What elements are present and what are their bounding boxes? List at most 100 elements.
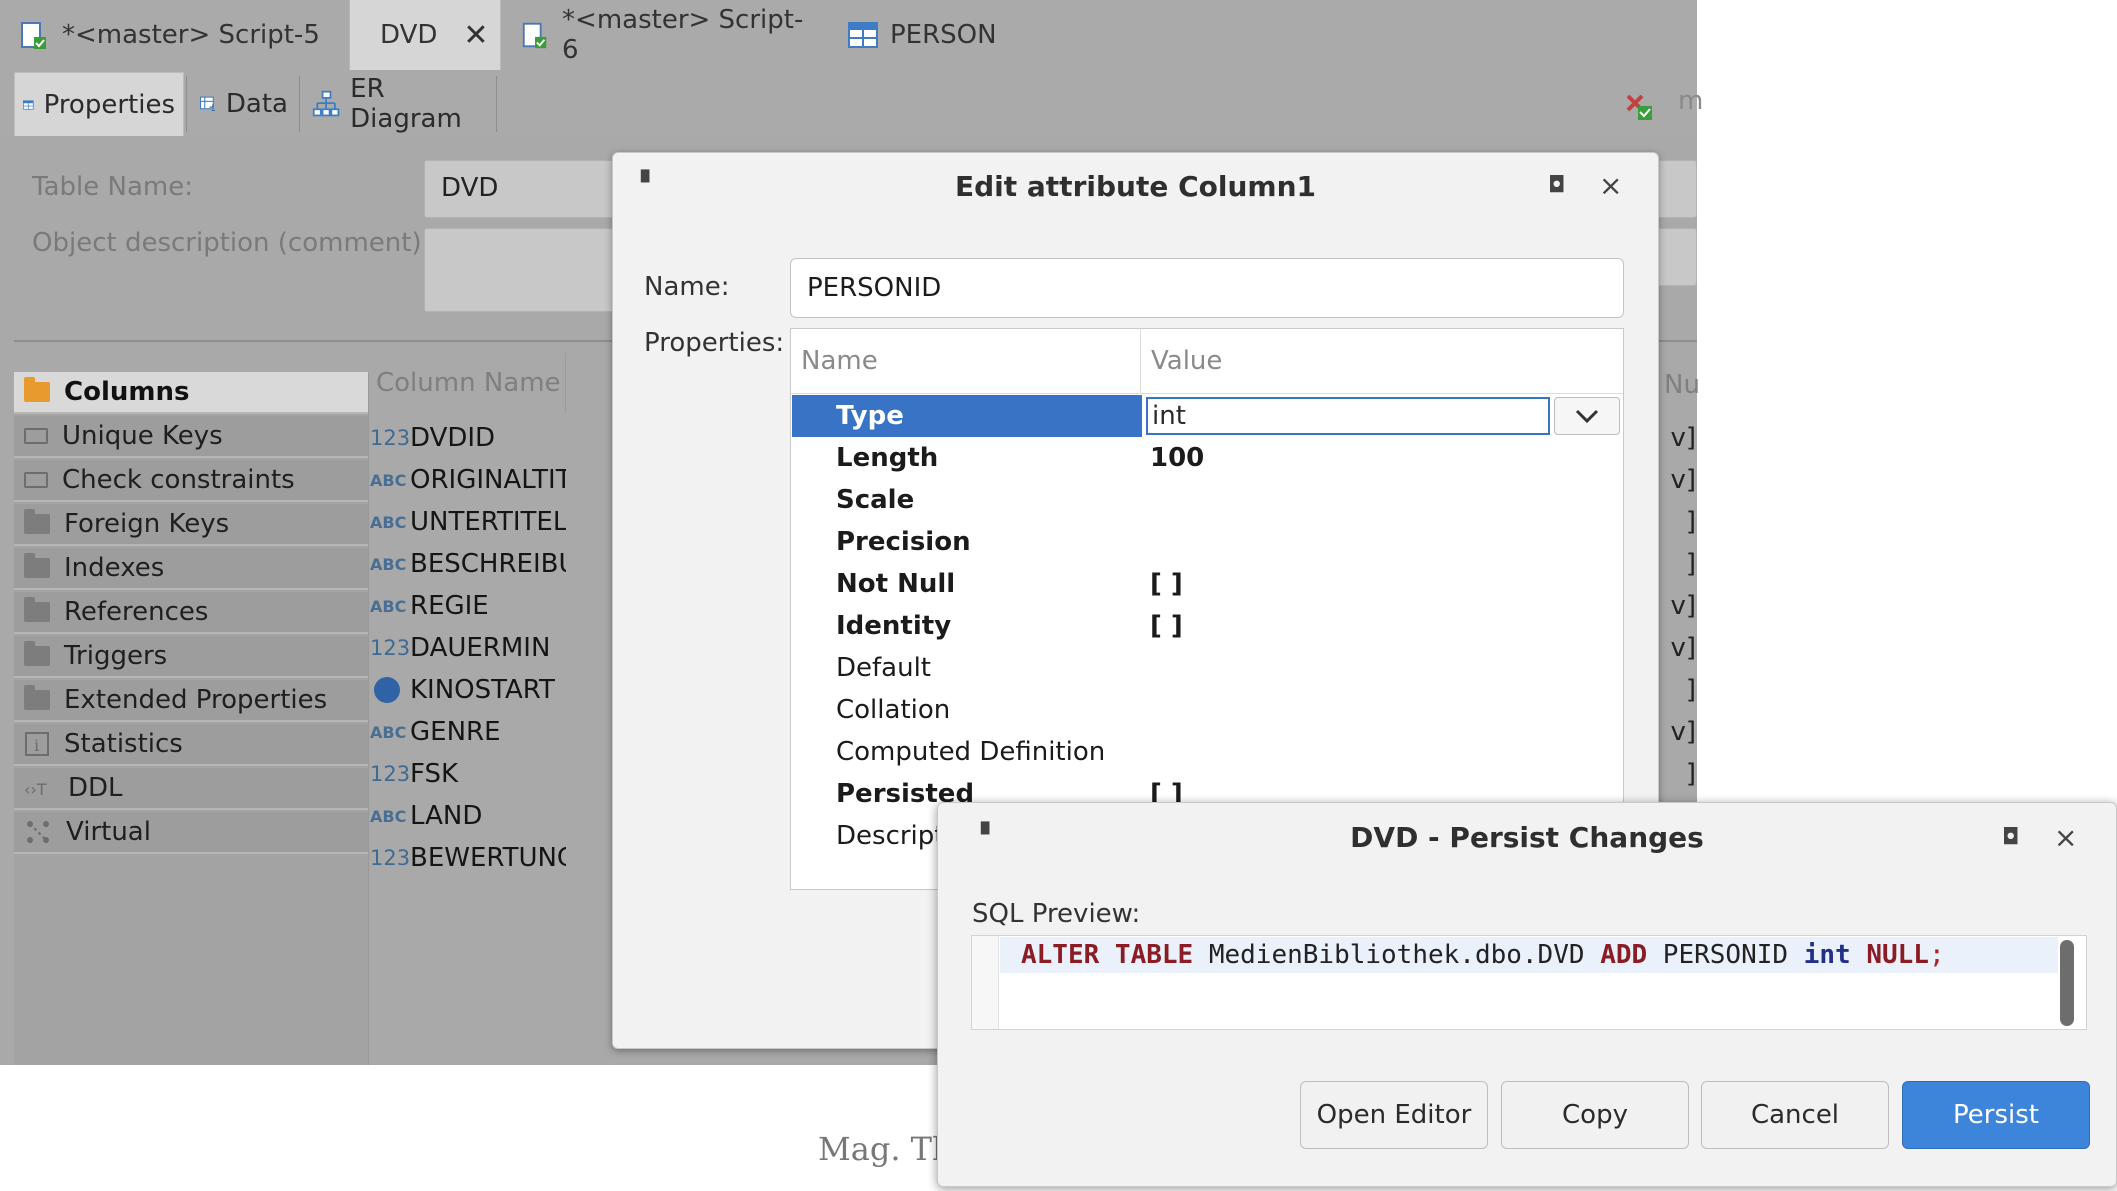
name-label: Name: bbox=[644, 272, 730, 302]
nav-item-virtual[interactable]: Virtual bbox=[14, 812, 368, 854]
folder-icon bbox=[24, 685, 50, 710]
nav-item-triggers[interactable]: Triggers bbox=[14, 636, 368, 678]
table-row[interactable]: Length 100 bbox=[792, 437, 1622, 479]
sql-type: int bbox=[1803, 940, 1851, 970]
line-number-gutter bbox=[972, 936, 999, 1029]
svg-text:‹›T: ‹›T bbox=[24, 780, 47, 799]
subtab-er-diagram[interactable]: ER Diagram bbox=[304, 72, 494, 136]
svg-text:i: i bbox=[34, 736, 39, 755]
column-name: REGIE bbox=[410, 591, 489, 621]
description-label: Object description (comment): bbox=[32, 228, 431, 258]
table-row[interactable]: 123 BEWERTUNG bbox=[370, 838, 566, 878]
tab-script-5[interactable]: *<master> Script-5 bbox=[0, 0, 348, 70]
close-icon[interactable]: × bbox=[1599, 169, 1622, 202]
table-row[interactable]: Default bbox=[792, 647, 1622, 689]
nullable-value: v] bbox=[1670, 633, 1696, 663]
nullable-value: v] bbox=[1670, 465, 1696, 495]
column-name: BEWERTUNG bbox=[410, 843, 566, 873]
nullable-value: ] bbox=[1685, 507, 1696, 537]
dialog-title: DVD - Persist Changes bbox=[1350, 820, 1704, 854]
tab-person[interactable]: PERSON bbox=[830, 0, 1030, 70]
type-dropdown-button[interactable] bbox=[1554, 397, 1620, 435]
table-row[interactable]: 123 DVDID bbox=[370, 418, 566, 458]
property-name: Identity bbox=[836, 611, 952, 641]
data-grid-icon bbox=[200, 96, 215, 111]
nav-item-foreign-keys[interactable]: Foreign Keys bbox=[14, 504, 368, 546]
sql-identifier: PERSONID bbox=[1647, 940, 1804, 970]
table-row[interactable]: 123 DAUERMIN bbox=[370, 628, 566, 668]
persist-button[interactable]: Persist bbox=[1902, 1081, 2090, 1149]
table-row[interactable]: ABC BESCHREIBU bbox=[370, 544, 566, 584]
text-type-icon: ABC bbox=[370, 470, 407, 490]
nav-item-indexes[interactable]: Indexes bbox=[14, 548, 368, 590]
nav-item-label: Statistics bbox=[64, 729, 183, 759]
nav-item-statistics[interactable]: i Statistics bbox=[14, 724, 368, 766]
properties-label: Properties: bbox=[644, 328, 785, 358]
sql-scrollbar[interactable] bbox=[2060, 940, 2074, 1026]
maximize-icon[interactable]: ◘ bbox=[1548, 173, 1565, 198]
nav-item-references[interactable]: References bbox=[14, 592, 368, 634]
folder-icon bbox=[24, 641, 50, 666]
type-combo-input[interactable]: int bbox=[1146, 397, 1550, 435]
number-type-icon: 123 bbox=[370, 636, 411, 660]
table-icon bbox=[23, 99, 34, 110]
cancel-button[interactable]: Cancel bbox=[1701, 1081, 1889, 1149]
slide-caption: Mag. Th bbox=[818, 1130, 953, 1168]
folder-icon bbox=[24, 377, 50, 402]
table-row[interactable]: Computed Definition bbox=[792, 731, 1622, 773]
nav-item-ddl[interactable]: ‹›T DDL bbox=[14, 768, 368, 810]
column-name: ORIGINALTITE bbox=[410, 465, 566, 495]
tab-script-6[interactable]: *<master> Script-6 bbox=[502, 0, 822, 70]
column-name-header[interactable]: Column Name bbox=[370, 353, 566, 413]
copy-button[interactable]: Copy bbox=[1501, 1081, 1689, 1149]
save-changes-icon[interactable] bbox=[1624, 90, 1658, 124]
nav-item-unique-keys[interactable]: Unique Keys bbox=[14, 416, 368, 458]
sql-keyword: NULL bbox=[1850, 940, 1929, 970]
column-name: UNTERTITEL bbox=[410, 507, 566, 537]
subtab-divider bbox=[299, 76, 300, 132]
nav-item-columns[interactable]: Columns bbox=[14, 372, 368, 414]
column-name: LAND bbox=[410, 801, 483, 831]
pin-icon[interactable]: ▘ bbox=[641, 171, 658, 196]
table-row[interactable]: Scale bbox=[792, 479, 1622, 521]
subtab-properties[interactable]: Properties bbox=[14, 72, 184, 136]
sql-script-icon bbox=[522, 22, 547, 49]
table-row[interactable]: ABCORIGINALTITE bbox=[370, 460, 566, 500]
column-name: GENRE bbox=[410, 717, 501, 747]
open-editor-button[interactable]: Open Editor bbox=[1300, 1081, 1488, 1149]
subtab-data[interactable]: Data bbox=[192, 72, 296, 136]
close-icon[interactable]: ✕ bbox=[463, 18, 488, 53]
close-icon[interactable]: × bbox=[2054, 821, 2077, 854]
properties-name-header[interactable]: Name bbox=[791, 328, 1141, 394]
table-icon bbox=[848, 22, 878, 48]
text-type-icon: ABC bbox=[370, 554, 407, 574]
property-value: [ ] bbox=[1150, 569, 1183, 599]
pin-icon[interactable]: ▘ bbox=[981, 823, 998, 848]
nav-item-label: Check constraints bbox=[62, 465, 295, 495]
text-type-icon: ABC bbox=[370, 596, 407, 616]
table-row[interactable]: Collation bbox=[792, 689, 1622, 731]
table-row[interactable]: Not Null [ ] bbox=[792, 563, 1622, 605]
attribute-name-value: PERSONID bbox=[807, 273, 942, 303]
attribute-name-input[interactable]: PERSONID bbox=[790, 258, 1624, 318]
subtab-divider bbox=[496, 76, 497, 132]
table-row[interactable]: KINOSTART bbox=[370, 670, 566, 710]
property-name[interactable]: Type bbox=[836, 395, 904, 437]
tab-dvd[interactable]: DVD ✕ bbox=[349, 0, 501, 70]
nav-item-extended-properties[interactable]: Extended Properties bbox=[14, 680, 368, 722]
table-row[interactable]: Identity [ ] bbox=[792, 605, 1622, 647]
properties-value-header[interactable]: Value bbox=[1141, 328, 1623, 394]
nav-item-check-constraints[interactable]: Check constraints bbox=[14, 460, 368, 502]
nullable-value: v] bbox=[1670, 423, 1696, 453]
dialog-title: Edit attribute Column1 bbox=[955, 169, 1316, 203]
table-row[interactable]: ABC LAND bbox=[370, 796, 566, 836]
table-row[interactable]: ABC GENRE bbox=[370, 712, 566, 752]
table-row[interactable]: ABC UNTERTITEL bbox=[370, 502, 566, 542]
table-row[interactable]: 123 FSK bbox=[370, 754, 566, 794]
table-name-label: Table Name: bbox=[32, 172, 193, 202]
table-row[interactable]: Precision bbox=[792, 521, 1622, 563]
maximize-icon[interactable]: ◘ bbox=[2002, 825, 2019, 850]
nullable-value: v] bbox=[1670, 591, 1696, 621]
nav-item-label: Triggers bbox=[64, 641, 168, 671]
table-row[interactable]: ABC REGIE bbox=[370, 586, 566, 626]
